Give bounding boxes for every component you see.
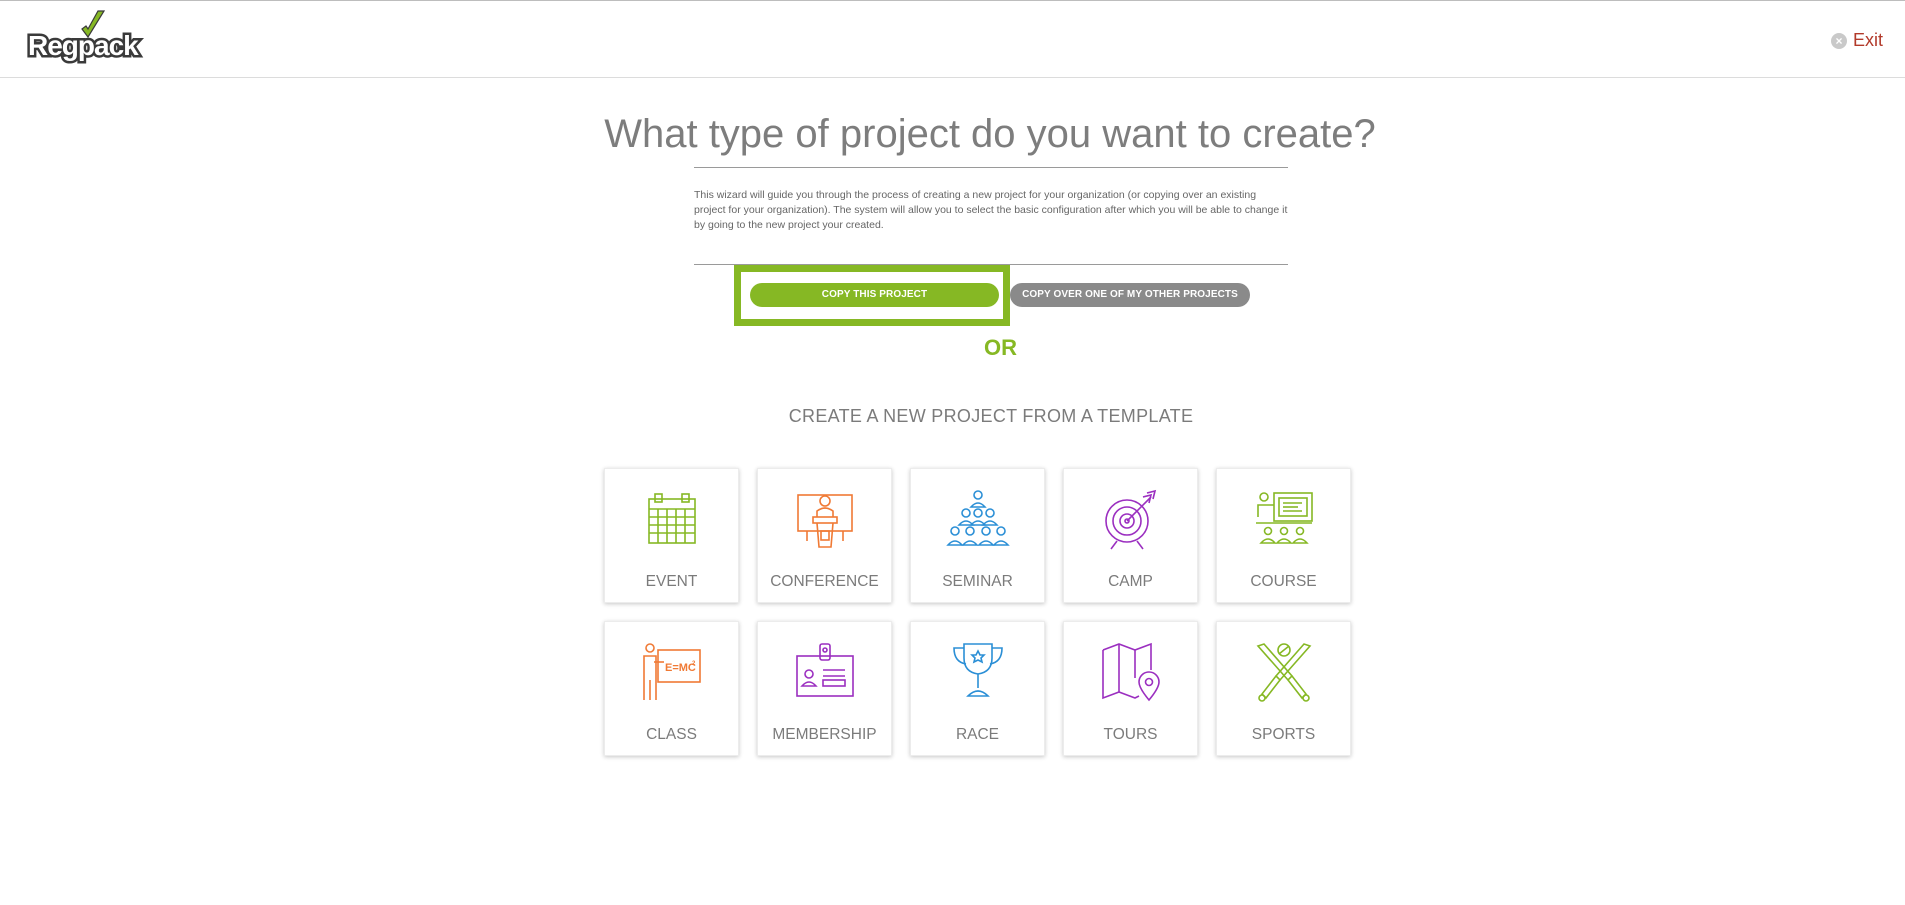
template-sports[interactable]: SPORTS xyxy=(1216,621,1351,756)
teacher-board-icon xyxy=(1256,492,1313,544)
template-course[interactable]: COURSE xyxy=(1216,468,1351,603)
template-label: TOURS xyxy=(1103,726,1158,743)
class-board-icon: E=MC 2 xyxy=(643,643,701,700)
audience-icon xyxy=(946,490,1010,546)
template-label: COURSE xyxy=(1250,573,1317,590)
page-title: What type of project do you want to crea… xyxy=(604,112,1376,156)
podium-icon xyxy=(797,494,853,548)
exit-button[interactable]: × Exit xyxy=(1830,30,1883,51)
template-heading: CREATE A NEW PROJECT FROM A TEMPLATE xyxy=(788,406,1194,426)
template-race[interactable]: RACE xyxy=(910,621,1045,756)
template-label: EVENT xyxy=(645,573,698,590)
template-label: RACE xyxy=(955,726,1000,743)
template-tours[interactable]: TOURS xyxy=(1063,621,1198,756)
template-label: CONFERENCE xyxy=(770,573,879,590)
template-label: SEMINAR xyxy=(942,573,1013,590)
logo-text: Regpack xyxy=(28,30,139,61)
template-label: MEMBERSHIP xyxy=(772,726,877,743)
calendar-icon xyxy=(648,493,696,544)
close-circle-icon: × xyxy=(1830,32,1847,49)
map-pin-icon xyxy=(1102,642,1160,702)
template-grid: EVENT CONFERENCE SEMINAR CAMP COURSE E=M… xyxy=(604,468,1354,756)
copy-other-project-button[interactable]: COPY OVER ONE OF MY OTHER PROJECTS xyxy=(1010,283,1250,307)
top-bar: Regpack × Exit xyxy=(0,1,1905,78)
title-divider xyxy=(694,167,1288,168)
template-label: CLASS xyxy=(646,726,697,743)
template-membership[interactable]: MEMBERSHIP xyxy=(757,621,892,756)
or-separator: OR xyxy=(984,335,1017,360)
template-seminar[interactable]: SEMINAR xyxy=(910,468,1045,603)
copy-this-project-button[interactable]: COPY THIS PROJECT xyxy=(750,283,999,307)
trophy-icon xyxy=(953,643,1003,697)
target-icon xyxy=(1105,489,1157,550)
template-class[interactable]: E=MC 2 CLASS xyxy=(604,621,739,756)
intro-text: This wizard will guide you through the p… xyxy=(694,189,1288,231)
template-label: SPORTS xyxy=(1251,726,1316,743)
regpack-logo[interactable]: Regpack xyxy=(26,9,166,67)
id-card-icon xyxy=(796,643,854,697)
exit-label: Exit xyxy=(1852,30,1883,50)
template-event[interactable]: EVENT xyxy=(604,468,739,603)
template-camp[interactable]: CAMP xyxy=(1063,468,1198,603)
crossed-bats-icon xyxy=(1256,643,1312,702)
template-label: CAMP xyxy=(1108,573,1153,590)
template-conference[interactable]: CONFERENCE xyxy=(757,468,892,603)
